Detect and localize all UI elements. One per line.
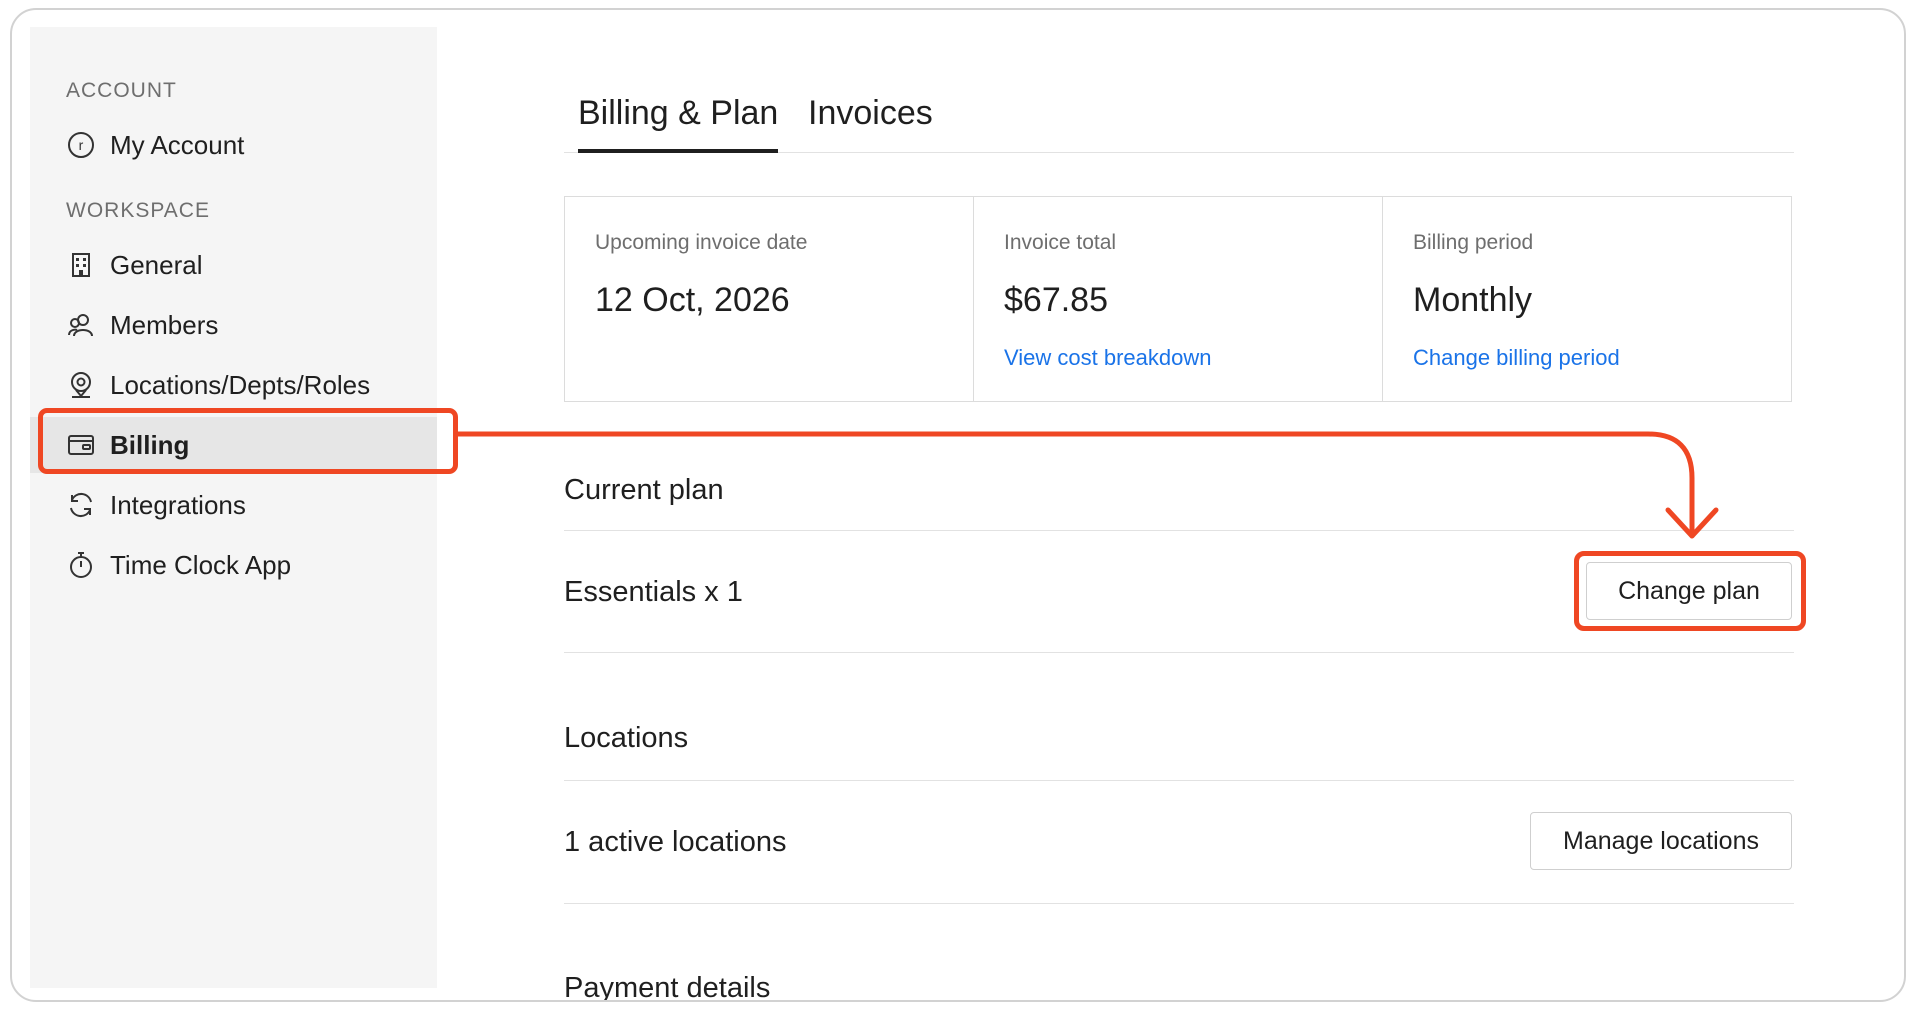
window-frame: ACCOUNT r My Account WORKSPACE General M…: [10, 8, 1906, 1002]
annotation-arrow: [455, 431, 1719, 539]
